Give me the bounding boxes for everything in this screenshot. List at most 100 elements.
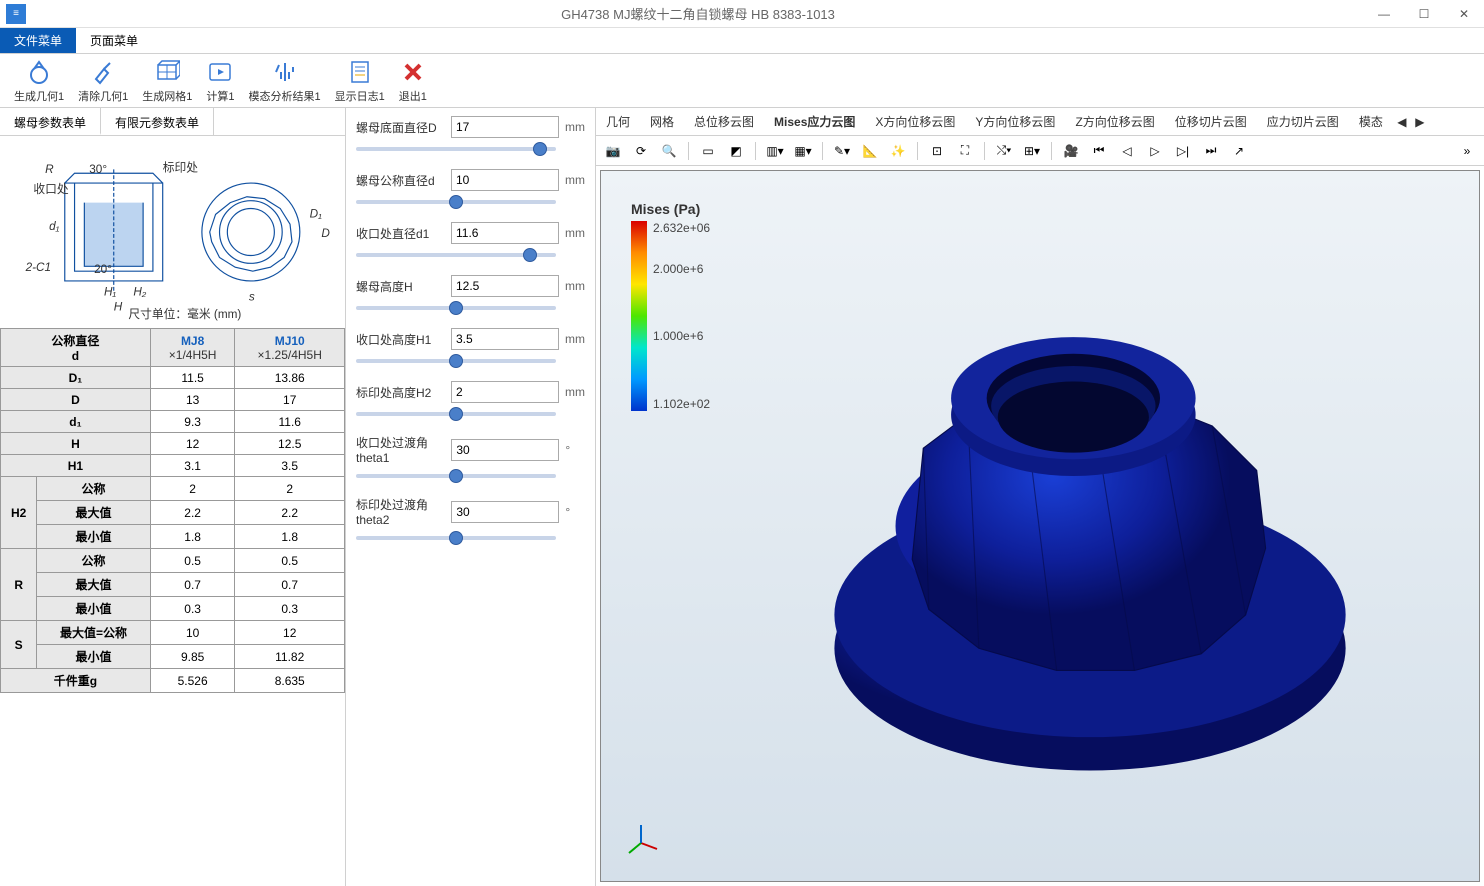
result-tabs: 几何网格总位移云图Mises应力云图X方向位移云图Y方向位移云图Z方向位移云图位… xyxy=(596,108,1484,136)
param-input-5[interactable] xyxy=(451,381,559,403)
result-tab-1[interactable]: 网格 xyxy=(640,108,684,136)
table-row: 最小值0.30.3 xyxy=(1,597,345,621)
svg-text:D₁: D₁ xyxy=(310,207,322,220)
param-slider-0[interactable] xyxy=(356,147,556,151)
result-tab-6[interactable]: Z方向位移云图 xyxy=(1065,108,1164,136)
screenshot-icon[interactable]: 📷 xyxy=(602,140,624,162)
anim-record-icon[interactable]: 🎥 xyxy=(1060,140,1082,162)
param-label: 标印处高度H2 xyxy=(356,384,445,401)
table-row: R公称0.50.5 xyxy=(1,549,345,573)
param-input-7[interactable] xyxy=(451,501,559,523)
play-icon xyxy=(206,58,234,86)
anim-first-icon[interactable]: ⏮ xyxy=(1088,140,1110,162)
axes-icon[interactable]: ⤭▾ xyxy=(993,140,1015,162)
result-tab-8[interactable]: 应力切片云图 xyxy=(1257,108,1349,136)
select-box-icon[interactable]: ▭ xyxy=(697,140,719,162)
anim-last-icon[interactable]: ⏭ xyxy=(1200,140,1222,162)
tabs-next-icon[interactable]: ▶ xyxy=(1411,115,1429,129)
param-input-1[interactable] xyxy=(451,169,559,191)
tool-generate-mesh[interactable]: 生成网格1 xyxy=(136,56,198,106)
param-slider-2[interactable] xyxy=(356,253,556,257)
point-select-icon[interactable]: ⊡ xyxy=(926,140,948,162)
table-row: 最大值0.70.7 xyxy=(1,573,345,597)
result-tab-7[interactable]: 位移切片云图 xyxy=(1165,108,1257,136)
tool-modal-result[interactable]: 模态分析结果1 xyxy=(243,56,327,106)
table-row: 最大值2.22.2 xyxy=(1,501,345,525)
svg-text:R: R xyxy=(45,163,54,176)
table-row: d₁9.311.6 xyxy=(1,411,345,433)
exit-icon xyxy=(399,58,427,86)
visualization-panel: 几何网格总位移云图Mises应力云图X方向位移云图Y方向位移云图Z方向位移云图位… xyxy=(596,108,1484,886)
viewport-3d[interactable]: Mises (Pa) 2.632e+06 2.000e+6 1.000e+6 1… xyxy=(600,170,1480,882)
param-label: 收口处直径d1 xyxy=(356,225,445,242)
brush-icon[interactable]: ✎▾ xyxy=(831,140,853,162)
result-tab-2[interactable]: 总位移云图 xyxy=(684,108,764,136)
table-row: H1212.5 xyxy=(1,433,345,455)
anim-next-icon[interactable]: ▷| xyxy=(1172,140,1194,162)
param-input-6[interactable] xyxy=(451,439,559,461)
param-slider-7[interactable] xyxy=(356,536,556,540)
result-tab-9[interactable]: 模态 xyxy=(1349,108,1393,136)
param-slider-5[interactable] xyxy=(356,412,556,416)
measure-icon[interactable]: 📐 xyxy=(859,140,881,162)
sub-tab-nut-params[interactable]: 螺母参数表单 xyxy=(0,108,101,135)
tool-compute[interactable]: 计算1 xyxy=(200,56,240,106)
log-icon xyxy=(346,58,374,86)
param-slider-1[interactable] xyxy=(356,200,556,204)
fit-icon[interactable]: ⛶ xyxy=(954,140,976,162)
param-input-4[interactable] xyxy=(451,328,559,350)
svg-text:H₂: H₂ xyxy=(133,286,146,299)
param-label: 螺母底面直径D xyxy=(356,119,445,136)
title-bar: ≡ GH4738 MJ螺纹十二角自锁螺母 HB 8383-1013 — ☐ ✕ xyxy=(0,0,1484,28)
svg-text:s: s xyxy=(249,291,255,304)
param-slider-6[interactable] xyxy=(356,474,556,478)
app-icon: ≡ xyxy=(6,4,26,24)
svg-text:尺寸单位：毫米 (mm): 尺寸单位：毫米 (mm) xyxy=(128,307,241,321)
anim-prev-icon[interactable]: ◁ xyxy=(1116,140,1138,162)
table-row: 最小值9.8511.82 xyxy=(1,645,345,669)
result-tab-0[interactable]: 几何 xyxy=(596,108,640,136)
zoom-icon[interactable]: 🔍 xyxy=(658,140,680,162)
result-tab-4[interactable]: X方向位移云图 xyxy=(865,108,965,136)
box-icon[interactable]: ▦▾ xyxy=(792,140,814,162)
main-toolbar: 生成几何1 清除几何1 生成网格1 计算1 模态分析结果1 显示日志1 退出1 xyxy=(0,54,1484,108)
layers-icon[interactable]: ▥▾ xyxy=(764,140,786,162)
tool-exit[interactable]: 退出1 xyxy=(393,56,433,106)
sub-tab-fem-params[interactable]: 有限元参数表单 xyxy=(101,108,214,135)
param-input-0[interactable] xyxy=(451,116,559,138)
minimize-button[interactable]: — xyxy=(1364,0,1404,28)
toolbar-overflow-icon[interactable]: » xyxy=(1456,140,1478,162)
param-unit: mm xyxy=(565,226,585,240)
param-slider-3[interactable] xyxy=(356,306,556,310)
param-label: 收口处过渡角theta1 xyxy=(356,434,445,465)
tool-generate-geometry[interactable]: 生成几何1 xyxy=(8,56,70,106)
table-row: S最大值=公称1012 xyxy=(1,621,345,645)
param-input-3[interactable] xyxy=(451,275,559,297)
menu-tab-page[interactable]: 页面菜单 xyxy=(76,28,152,53)
param-unit: mm xyxy=(565,385,585,399)
grid-icon[interactable]: ⊞▾ xyxy=(1021,140,1043,162)
tabs-prev-icon[interactable]: ◀ xyxy=(1393,115,1411,129)
mesh-icon xyxy=(153,58,181,86)
table-row: D₁11.513.86 xyxy=(1,367,345,389)
refresh-icon[interactable]: ⟳ xyxy=(630,140,652,162)
anim-play-icon[interactable]: ▷ xyxy=(1144,140,1166,162)
clip-icon[interactable]: ◩ xyxy=(725,140,747,162)
result-tab-5[interactable]: Y方向位移云图 xyxy=(965,108,1065,136)
close-button[interactable]: ✕ xyxy=(1444,0,1484,28)
param-input-2[interactable] xyxy=(451,222,559,244)
param-unit: ° xyxy=(565,443,585,457)
param-slider-4[interactable] xyxy=(356,359,556,363)
tool-clear-geometry[interactable]: 清除几何1 xyxy=(72,56,134,106)
highlight-icon[interactable]: ✨ xyxy=(887,140,909,162)
svg-text:H₁: H₁ xyxy=(104,286,116,299)
result-tab-3[interactable]: Mises应力云图 xyxy=(764,108,865,136)
param-unit: mm xyxy=(565,279,585,293)
maximize-button[interactable]: ☐ xyxy=(1404,0,1444,28)
tool-show-log[interactable]: 显示日志1 xyxy=(329,56,391,106)
anim-export-icon[interactable]: ↗ xyxy=(1228,140,1250,162)
menu-tab-file[interactable]: 文件菜单 xyxy=(0,28,76,53)
window-title: GH4738 MJ螺纹十二角自锁螺母 HB 8383-1013 xyxy=(32,4,1364,23)
param-label: 收口处高度H1 xyxy=(356,331,445,348)
param-unit: mm xyxy=(565,173,585,187)
